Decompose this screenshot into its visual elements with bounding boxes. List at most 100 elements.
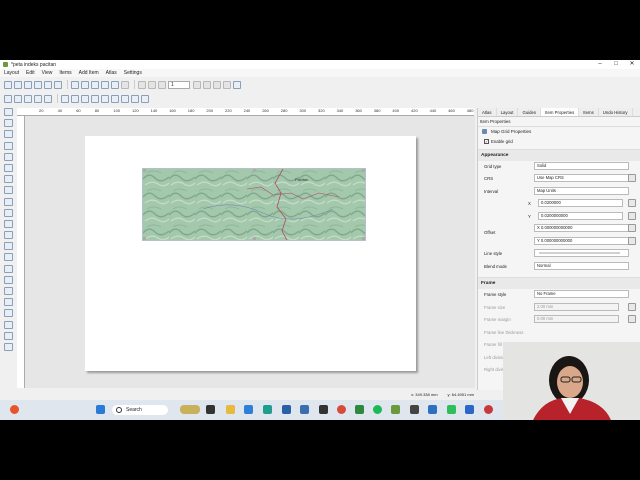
add-polyline-icon[interactable] [3, 287, 13, 295]
app-icon[interactable] [484, 405, 493, 414]
move-content-icon[interactable] [141, 94, 149, 103]
export-image-icon[interactable] [81, 80, 89, 89]
menu-edit[interactable]: Edit [26, 70, 35, 76]
add-scalebar-icon[interactable] [3, 219, 13, 228]
app-icon[interactable] [465, 405, 474, 414]
atlas-print-icon[interactable] [213, 80, 221, 89]
atlas-export-icon[interactable] [223, 80, 231, 89]
app-icon[interactable] [282, 405, 291, 414]
tab-item-properties[interactable]: Item Properties [541, 108, 580, 116]
selection-handle[interactable] [362, 169, 365, 172]
map-item[interactable]: Pacitan [142, 168, 366, 241]
zoom-out-icon[interactable] [14, 94, 22, 103]
offset-x-override-icon[interactable] [628, 224, 636, 232]
browser-icon[interactable] [263, 405, 272, 414]
add-fixed-table-icon[interactable] [3, 320, 13, 329]
interval-y-input[interactable]: 0.0200000000 [538, 211, 623, 220]
crs-select[interactable]: Use Map CRS [534, 174, 629, 182]
move-item-content-icon[interactable] [3, 141, 13, 150]
store-icon[interactable] [300, 405, 309, 414]
chrome-icon[interactable] [337, 405, 346, 414]
frame-size-override-icon[interactable] [628, 302, 636, 311]
lock-items-icon[interactable] [61, 94, 69, 103]
selection-handle[interactable] [143, 169, 146, 172]
app-icon[interactable] [410, 405, 419, 414]
qgis-taskbar-icon[interactable] [391, 405, 400, 414]
add-elevation-profile-icon[interactable] [3, 331, 13, 340]
save-icon[interactable] [4, 80, 12, 89]
enable-grid-checkbox[interactable]: ✓ [484, 139, 489, 145]
offset-y-input[interactable]: Y 0.000000000000 [534, 236, 629, 245]
line-style-button[interactable] [534, 249, 629, 257]
horizontal-ruler[interactable]: 20 40 60 80 100 120 140 160 180 200 220 240 260 280 30… [17, 108, 474, 116]
file-explorer-icon[interactable] [226, 405, 235, 414]
zoom-in-icon[interactable] [4, 94, 12, 103]
add-chart-icon[interactable] [3, 342, 13, 351]
group-items-icon[interactable] [81, 94, 89, 103]
frame-size-input[interactable]: 2.00 mm [534, 302, 619, 311]
export-pdf-icon[interactable] [101, 80, 109, 89]
whatsapp-icon[interactable] [447, 405, 456, 414]
weather-icon[interactable] [10, 405, 19, 414]
add-attribute-table-icon[interactable] [3, 309, 13, 318]
maximize-button[interactable]: □ [608, 60, 624, 69]
add-label-icon[interactable] [3, 197, 13, 206]
selection-handle[interactable] [362, 237, 365, 240]
offset-y-override-icon[interactable] [628, 236, 636, 245]
interval-x-override-icon[interactable] [628, 199, 636, 207]
tab-items[interactable]: Items [579, 108, 599, 116]
ungroup-items-icon[interactable] [91, 94, 99, 103]
menu-layout[interactable]: Layout [4, 70, 19, 76]
duplicate-layout-icon[interactable] [24, 80, 32, 89]
minimize-button[interactable]: – [592, 60, 608, 69]
interval-y-override-icon[interactable] [628, 211, 636, 220]
word-icon[interactable] [428, 405, 437, 414]
last-feature-icon[interactable] [203, 80, 211, 89]
selection-handle[interactable] [253, 169, 256, 172]
add-polygon-icon[interactable] [3, 275, 13, 284]
edge-icon[interactable] [244, 405, 253, 414]
layout-manager-icon[interactable] [34, 80, 42, 89]
save-template-icon[interactable] [54, 80, 62, 89]
close-button[interactable]: ✕ [624, 60, 640, 69]
add-marker-icon[interactable] [3, 253, 13, 262]
tab-undo-history[interactable]: Undo History [599, 108, 633, 116]
excel-icon[interactable] [355, 405, 364, 414]
selection-handle[interactable] [143, 237, 146, 240]
crs-picker-icon[interactable] [628, 174, 636, 182]
menu-atlas[interactable]: Atlas [106, 70, 117, 76]
zoom-full-icon[interactable] [34, 94, 42, 103]
add-3d-map-icon[interactable] [3, 175, 13, 184]
atlas-settings-icon[interactable] [233, 80, 241, 89]
add-arrow-icon[interactable] [3, 264, 13, 273]
offset-x-input[interactable]: X 0.000000000000 [534, 224, 629, 232]
vertical-ruler[interactable] [17, 116, 25, 388]
add-shape-icon[interactable] [3, 242, 13, 251]
zoom-actual-icon[interactable] [24, 94, 32, 103]
layout-canvas[interactable]: Pacitan [25, 116, 475, 388]
tab-atlas[interactable]: Atlas [478, 108, 497, 116]
frame-style-select[interactable]: No Frame [534, 290, 629, 298]
open-template-icon[interactable] [44, 80, 52, 89]
menu-view[interactable]: View [42, 70, 53, 76]
align-left-icon[interactable] [111, 94, 119, 103]
appearance-section[interactable]: Appearance [478, 148, 640, 161]
interval-units-select[interactable]: Map Units [534, 186, 629, 195]
menu-add-item[interactable]: Add Item [79, 70, 99, 76]
previous-feature-icon[interactable] [158, 80, 166, 89]
undo-icon[interactable] [111, 80, 119, 89]
tab-layout[interactable]: Layout [497, 108, 519, 116]
pan-icon[interactable] [3, 108, 13, 116]
first-feature-icon[interactable] [148, 80, 156, 89]
add-picture-icon[interactable] [3, 186, 13, 195]
app-icon[interactable] [319, 405, 328, 414]
frame-section[interactable]: Frame [478, 277, 640, 289]
resize-icon[interactable] [131, 94, 139, 103]
export-svg-icon[interactable] [91, 80, 99, 89]
raise-items-icon[interactable] [101, 94, 109, 103]
spotify-icon[interactable] [373, 405, 382, 414]
atlas-preview-icon[interactable] [138, 80, 146, 89]
add-map-icon[interactable] [3, 163, 13, 172]
grid-type-select[interactable]: Solid [534, 161, 629, 170]
start-icon[interactable] [96, 405, 105, 414]
